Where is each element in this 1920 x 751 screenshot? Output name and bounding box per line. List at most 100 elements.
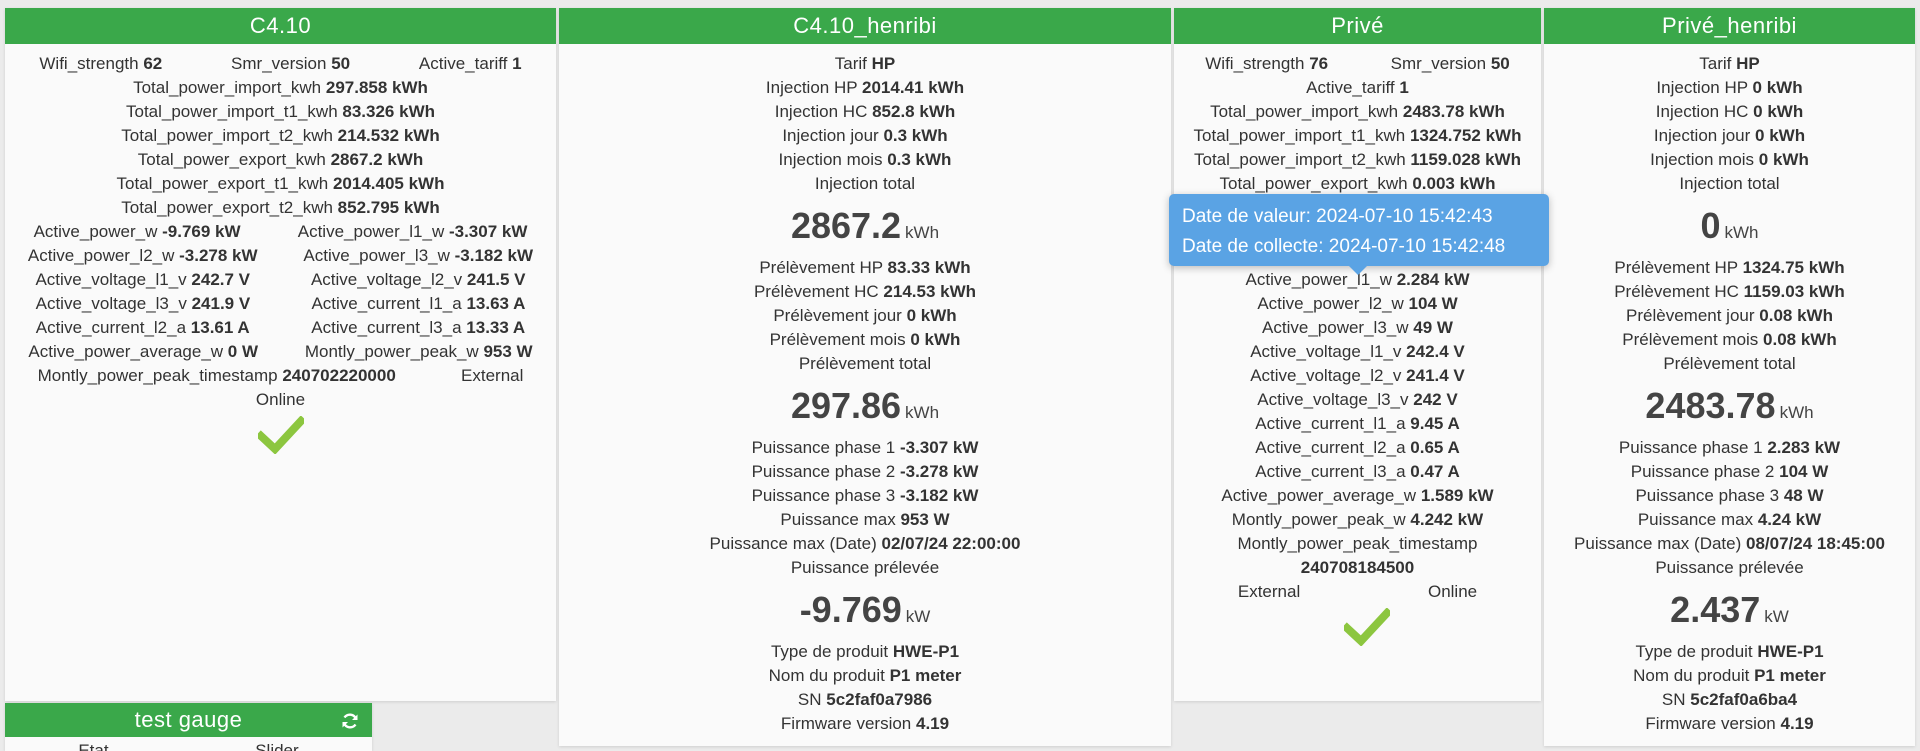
check-icon [5,412,556,466]
row-prelevement-hc: Prélèvement HC 1159.03 kWh [1614,282,1845,301]
card-title[interactable]: C4.10_henribi [559,8,1171,44]
row-current-l2: Active_current_l2_a 0.65 A [1255,438,1460,457]
row-export-t2: Total_power_export_t2_kwh 852.795 kWh [121,198,440,217]
row-injection-mois: Injection mois 0 kWh [1650,150,1809,169]
gauge-col-slider: Slider [255,741,299,751]
row-nom-produit: Nom du produit P1 meter [1633,666,1826,685]
injection-total-label: Injection total [1679,174,1780,193]
row-import: Total_power_import_kwh 2483.78 kWh [1210,102,1505,121]
tooltip-date-valeur: Date de valeur: 2024-07-10 15:42:43 [1182,206,1493,227]
row-current-l1: Active_current_l1_a 9.45 A [1255,414,1460,433]
online-label: Online [255,390,306,409]
row-tarif: Tarif HP [834,54,896,73]
external-label: External [461,366,524,385]
online-label: Online [1427,582,1478,601]
row-power-peak: Montly_power_peak_w 4.242 kW [1231,510,1484,529]
row-import-t2: Total_power_import_t2_kwh 214.532 kWh [121,126,440,145]
gauge-card: test gauge Etat Slider [5,703,372,751]
row-peak-timestamp: Montly_power_peak_timestamp 240702220000… [5,364,556,388]
injection-total-value: 2867.2 kWh [790,205,940,246]
row-prelevement-hp: Prélèvement HP 1324.75 kWh [1614,258,1845,277]
puissance-prelevee-label: Puissance prélevée [1655,558,1804,577]
row-firmware: Firmware version 4.19 [1645,714,1814,733]
row-power-l2-l3: Active_power_l2_w -3.278 kW Active_power… [27,246,534,265]
injection-total-value: 0 kWh [1700,205,1759,246]
prelevement-total-label: Prélèvement total [798,354,932,373]
row-power-average: Active_power_average_w 1.589 kW [1221,486,1494,505]
row-peak-timestamp-value: 240708184500 [1300,558,1415,577]
row-power: Active_power_w -9.769 kW Active_power_l1… [33,222,528,241]
row-sn: SN 5c2faf0a7986 [797,690,933,709]
row-export: Total_power_export_kwh 0.003 kWh [1219,174,1496,193]
row-export-t1: Total_power_export_t1_kwh 2014.405 kWh [116,174,445,193]
row-voltage-current: Active_voltage_l3_v 241.9 V Active_curre… [35,294,526,313]
row-prelevement-mois: Prélèvement mois 0 kWh [769,330,961,349]
row-import: Total_power_import_kwh 297.858 kWh [133,78,428,97]
row-prelevement-mois: Prélèvement mois 0.08 kWh [1622,330,1837,349]
puissance-prelevee-label: Puissance prélevée [790,558,940,577]
device-card-prive: Privé Wifi_strength 76 Smr_version 50 Ac… [1174,8,1541,701]
row-phase-2: Puissance phase 2 104 W [1630,462,1829,481]
injection-total-label: Injection total [814,174,916,193]
row-voltage-l3: Active_voltage_l3_v 242 V [1257,390,1458,409]
prelevement-total-label: Prélèvement total [1663,354,1796,373]
device-card-prive-henribi: Privé_henribi Tarif HP Injection HP 0 kW… [1544,8,1915,746]
row-injection-hc: Injection HC 852.8 kWh [774,102,956,121]
row-type-produit: Type de produit HWE-P1 [1635,642,1824,661]
row-prelevement-jour: Prélèvement jour 0.08 kWh [1626,306,1833,325]
row-prelevement-hc: Prélèvement HC 214.53 kWh [753,282,977,301]
row-voltage: Active_voltage_l1_v 242.7 V Active_volta… [35,270,526,289]
prelevement-total-value: 297.86 kWh [790,385,940,426]
row-phase-1: Puissance phase 1 -3.307 kW [751,438,979,457]
device-card-c410-henribi: C4.10_henribi Tarif HP Injection HP 2014… [559,8,1171,746]
row-puissance-max-date: Puissance max (Date) 02/07/24 22:00:00 [709,534,1021,553]
row-current: Active_current_l2_a 13.61 A Active_curre… [35,318,526,337]
gauge-col-etat: Etat [78,741,109,751]
row-type-produit: Type de produit HWE-P1 [770,642,960,661]
device-card-c410: C4.10 Wifi_strength 62 Smr_version 50 Ac… [5,8,556,701]
row-prelevement-hp: Prélèvement HP 83.33 kWh [759,258,971,277]
row-phase-3: Puissance phase 3 48 W [1635,486,1824,505]
row-wifi-smr: Wifi_strength 76 Smr_version 50 [1205,54,1510,73]
row-sn: SN 5c2faf0a6ba4 [1661,690,1798,709]
row-prelevement-jour: Prélèvement jour 0 kWh [773,306,957,325]
row-injection-hp: Injection HP 0 kWh [1656,78,1803,97]
row-nom-produit: Nom du produit P1 meter [768,666,962,685]
row-injection-jour: Injection jour 0 kWh [1653,126,1806,145]
gauge-columns: Etat Slider [5,737,372,751]
row-average-peak: Active_power_average_w 0 W Montly_power_… [28,342,533,361]
card-title[interactable]: Privé_henribi [1544,8,1915,44]
row-external-online: External Online [1174,580,1541,604]
card-title[interactable]: test gauge [135,707,243,732]
row-tariff: Active_tariff 1 [1306,78,1409,97]
row-phase-1: Puissance phase 1 2.283 kW [1618,438,1841,457]
date-tooltip: Date de valeur: 2024-07-10 15:42:43 Date… [1169,194,1549,275]
row-injection-hp: Injection HP 2014.41 kWh [765,78,965,97]
row-injection-hc: Injection HC 0 kWh [1655,102,1804,121]
row-injection-jour: Injection jour 0.3 kWh [782,126,948,145]
tooltip-date-collecte: Date de collecte: 2024-07-10 15:42:48 [1182,236,1506,257]
row-power-l3: Active_power_l3_w 49 W [1262,318,1453,337]
row-puissance-max-date: Puissance max (Date) 08/07/24 18:45:00 [1574,534,1885,553]
card-title[interactable]: Privé [1174,8,1541,44]
row-wifi-smr-tariff: Wifi_strength 62 Smr_version 50 Active_t… [39,54,522,73]
check-icon [1174,604,1541,652]
card-title[interactable]: C4.10 [5,8,556,44]
row-phase-3: Puissance phase 3 -3.182 kW [751,486,979,505]
row-tarif: Tarif HP [1699,54,1760,73]
prelevement-total-value: 2483.78 kWh [1645,385,1814,426]
row-peak-timestamp-label: Montly_power_peak_timestamp [1237,534,1478,553]
row-power-l2: Active_power_l2_w 104 W [1257,294,1458,313]
row-voltage-l1: Active_voltage_l1_v 242.4 V [1250,342,1465,361]
row-import-t2: Total_power_import_t2_kwh 1159.028 kWh [1194,150,1521,169]
row-voltage-l2: Active_voltage_l2_v 241.4 V [1250,366,1465,385]
row-injection-mois: Injection mois 0.3 kWh [778,150,952,169]
gauge-card-header: test gauge [5,703,372,737]
row-phase-2: Puissance phase 2 -3.278 kW [751,462,979,481]
row-import-t1: Total_power_import_t1_kwh 1324.752 kWh [1193,126,1522,145]
puissance-prelevee-value: -9.769 kW [799,589,931,630]
row-puissance-max: Puissance max 4.24 kW [1637,510,1822,529]
refresh-icon[interactable] [336,703,364,739]
external-label: External [1237,582,1301,601]
row-current-l3: Active_current_l3_a 0.47 A [1255,462,1460,481]
